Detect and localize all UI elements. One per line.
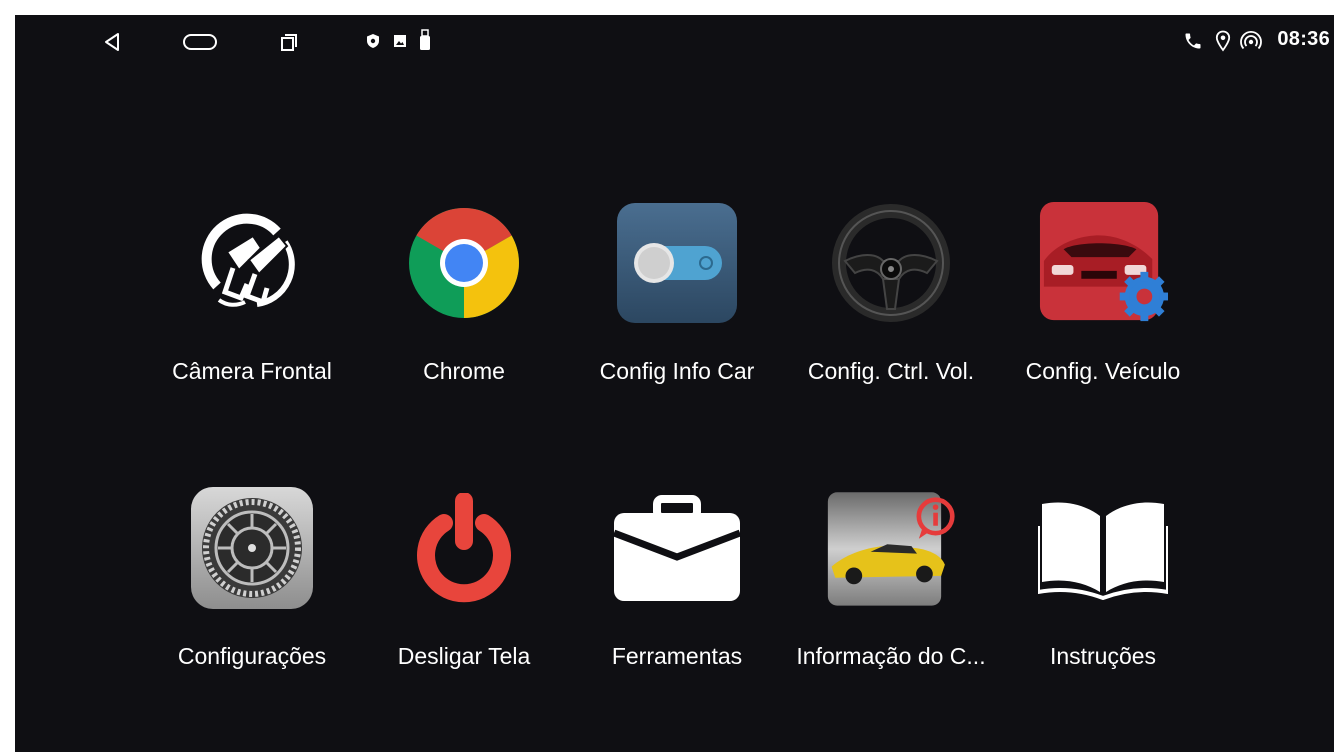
app-config-ctrl-vol[interactable]: Config. Ctrl. Vol. — [781, 198, 1001, 385]
car-info-icon — [826, 483, 956, 613]
phone-icon — [1182, 30, 1204, 52]
recents-icon[interactable] — [277, 29, 301, 55]
app-camera-frontal[interactable]: Câmera Frontal — [142, 198, 362, 385]
app-config-veiculo[interactable]: Config. Veículo — [993, 198, 1213, 385]
app-label: Ferramentas — [611, 643, 743, 669]
app-label: Config Info Car — [599, 358, 755, 384]
status-time: 08:36 — [1277, 28, 1330, 50]
home-screen: 08:36 Câmera Frontal Chrome Config Info … — [15, 15, 1334, 752]
app-label: Informação do C... — [796, 643, 986, 669]
app-chrome[interactable]: Chrome — [354, 198, 574, 385]
location-icon — [1213, 29, 1233, 53]
back-triangle-icon[interactable] — [99, 29, 125, 55]
camera-cables-icon — [187, 198, 317, 328]
app-instrucoes[interactable]: Instruções — [993, 483, 1213, 670]
app-ferramentas[interactable]: Ferramentas — [567, 483, 787, 670]
app-label: Chrome — [423, 358, 505, 384]
app-label: Instruções — [1049, 643, 1157, 669]
steering-wheel-icon — [826, 198, 956, 328]
open-book-icon — [1038, 483, 1168, 613]
power-icon — [399, 483, 529, 613]
chrome-icon — [399, 198, 529, 328]
app-label: Câmera Frontal — [172, 358, 332, 384]
settings-gear-icon — [187, 483, 317, 613]
briefcase-icon — [612, 483, 742, 613]
app-label: Config. Veículo — [1025, 358, 1181, 384]
app-label: Configurações — [177, 643, 327, 669]
home-pill-icon[interactable] — [181, 30, 219, 54]
status-bar: 08:36 — [15, 15, 1334, 71]
usb-icon — [418, 28, 432, 52]
toggle-switch-icon — [612, 198, 742, 328]
app-configuracoes[interactable]: Configurações — [142, 483, 362, 670]
app-informacao-do-carro[interactable]: Informação do C... — [781, 483, 1001, 670]
car-gear-icon — [1038, 198, 1168, 328]
app-label: Desligar Tela — [397, 643, 531, 669]
hotspot-icon — [1239, 30, 1263, 52]
image-icon — [392, 33, 408, 49]
app-desligar-tela[interactable]: Desligar Tela — [354, 483, 574, 670]
shield-icon — [365, 32, 381, 50]
app-label: Config. Ctrl. Vol. — [807, 358, 975, 384]
app-config-info-car[interactable]: Config Info Car — [567, 198, 787, 385]
